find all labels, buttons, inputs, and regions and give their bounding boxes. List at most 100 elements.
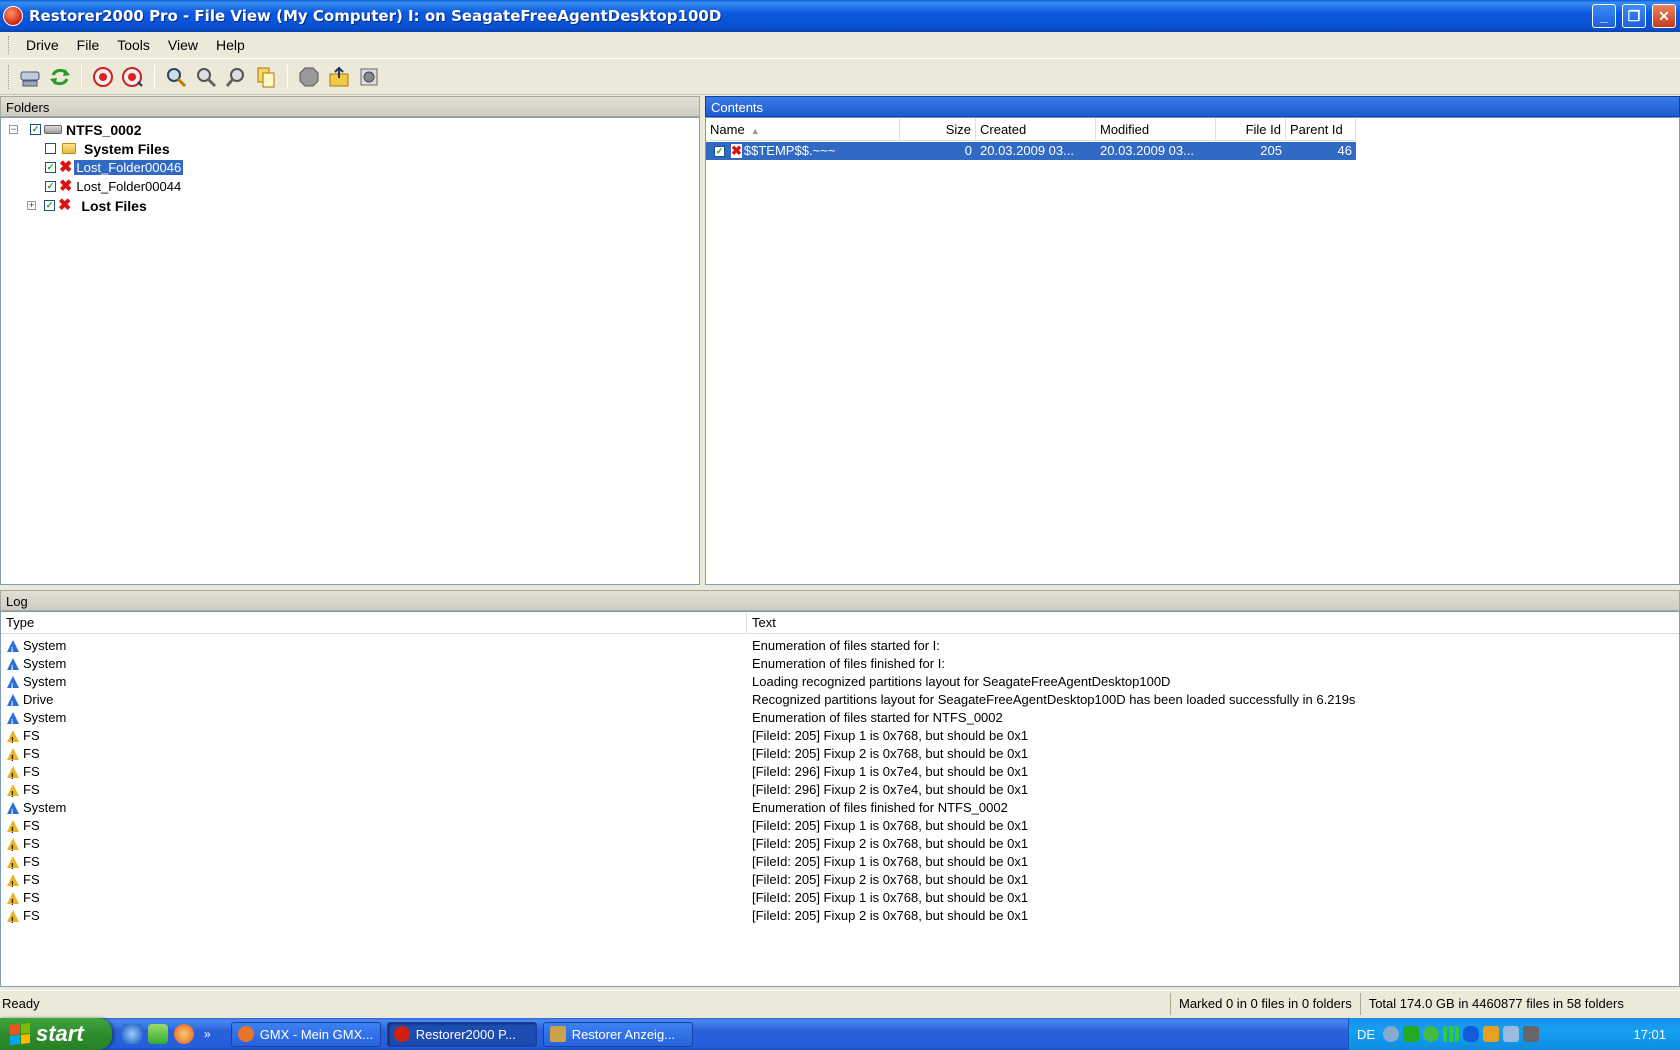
log-type: ! FS bbox=[7, 781, 40, 799]
drive-icon[interactable] bbox=[16, 63, 44, 91]
collapse-icon[interactable]: − bbox=[9, 125, 18, 134]
refresh-icon[interactable] bbox=[46, 63, 74, 91]
settings-icon[interactable] bbox=[355, 63, 383, 91]
expand-icon[interactable]: + bbox=[27, 201, 36, 210]
column-header-modified[interactable]: Modified bbox=[1096, 118, 1216, 141]
show-desktop-icon[interactable] bbox=[148, 1024, 168, 1044]
menu-drive[interactable]: Drive bbox=[17, 32, 68, 59]
contents-list[interactable]: Name ▲ Size Created Modified File Id Pare… bbox=[705, 117, 1680, 585]
toolbar-separator bbox=[154, 65, 155, 89]
log-row[interactable]: ! FS [FileId: 205] Fixup 2 is 0x768, but s… bbox=[1, 835, 1679, 853]
log-row[interactable]: ! FS [FileId: 205] Fixup 2 is 0x768, but s… bbox=[1, 745, 1679, 763]
menu-help[interactable]: Help bbox=[207, 32, 254, 59]
stop-icon[interactable] bbox=[295, 63, 323, 91]
task-restorer-anzeige[interactable]: Restorer Anzeig... bbox=[542, 1021, 693, 1047]
menu-tools[interactable]: Tools bbox=[108, 32, 159, 59]
log-type: i System bbox=[7, 673, 66, 691]
task-gmx[interactable]: GMX - Mein GMX... bbox=[230, 1021, 381, 1047]
firefox-icon[interactable] bbox=[174, 1024, 194, 1044]
log-row[interactable]: i System Loading recognized partitions lay… bbox=[1, 673, 1679, 691]
log-row[interactable]: i System Enumeration of files finished for… bbox=[1, 655, 1679, 673]
green-app-icon[interactable] bbox=[1403, 1026, 1420, 1042]
id-icon[interactable] bbox=[1483, 1026, 1500, 1042]
update-icon[interactable] bbox=[1423, 1026, 1440, 1042]
log-text: [FileId: 205] Fixup 2 is 0x768, but shou… bbox=[752, 872, 1029, 887]
menu-file[interactable]: File bbox=[68, 32, 109, 59]
warning-icon: ! bbox=[7, 820, 19, 835]
log-row[interactable]: i System Enumeration of files started for … bbox=[1, 709, 1679, 727]
log-list[interactable]: Type Text i System Enumeration of files st… bbox=[0, 611, 1680, 987]
tree-checkbox[interactable] bbox=[45, 162, 56, 173]
log-type-label: FS bbox=[23, 890, 40, 905]
tree-checkbox[interactable] bbox=[45, 143, 56, 154]
log-row[interactable]: i System Enumeration of files finished for… bbox=[1, 799, 1679, 817]
close-button[interactable]: ✕ bbox=[1652, 4, 1676, 28]
tree-checkbox[interactable] bbox=[44, 200, 55, 211]
column-header-type[interactable]: Type bbox=[1, 612, 747, 634]
wireless-icon[interactable] bbox=[1503, 1026, 1520, 1042]
column-header-parent-id[interactable]: Parent Id bbox=[1286, 118, 1356, 141]
column-header-created[interactable]: Created bbox=[976, 118, 1096, 141]
log-type: ! FS bbox=[7, 835, 40, 853]
column-header-text[interactable]: Text bbox=[747, 612, 1679, 634]
row-checkbox[interactable] bbox=[714, 145, 725, 157]
log-row[interactable]: ! FS [FileId: 205] Fixup 1 is 0x768, but s… bbox=[1, 853, 1679, 871]
log-type: i System bbox=[7, 709, 66, 727]
find-prev-icon[interactable] bbox=[222, 63, 250, 91]
add-region-icon[interactable] bbox=[89, 63, 117, 91]
log-row[interactable]: ! FS [FileId: 205] Fixup 1 is 0x768, but s… bbox=[1, 889, 1679, 907]
log-row[interactable]: ! FS [FileId: 205] Fixup 1 is 0x768, but s… bbox=[1, 727, 1679, 745]
menu-view[interactable]: View bbox=[159, 32, 207, 59]
start-button[interactable]: start bbox=[0, 1018, 112, 1050]
app-icon[interactable] bbox=[3, 6, 23, 26]
search-icon[interactable] bbox=[162, 63, 190, 91]
language-indicator[interactable]: DE bbox=[1357, 1027, 1375, 1042]
copy-icon[interactable] bbox=[252, 63, 280, 91]
contents-pane-header: Contents bbox=[705, 96, 1680, 117]
tree-item-lost-files[interactable]: + ✖ Lost Files bbox=[27, 196, 147, 215]
log-row[interactable]: ! FS [FileId: 296] Fixup 2 is 0x7e4, but s… bbox=[1, 781, 1679, 799]
log-type: ! FS bbox=[7, 907, 40, 925]
info-icon: i bbox=[7, 802, 19, 817]
menu-bar: Drive File Tools View Help bbox=[0, 32, 1680, 59]
network-icon[interactable] bbox=[1383, 1026, 1400, 1042]
status-total: Total 174.0 GB in 4460877 files in 58 fo… bbox=[1359, 992, 1632, 1015]
deleted-icon: ✖ bbox=[58, 196, 72, 214]
log-row[interactable]: i Drive Recognized partitions layout for S… bbox=[1, 691, 1679, 709]
folders-tree[interactable]: − NTFS_0002 System Files ✖ Lost_Folder00… bbox=[0, 117, 700, 585]
column-header-name[interactable]: Name ▲ bbox=[706, 118, 900, 141]
task-restorer[interactable]: Restorer2000 P... bbox=[386, 1021, 537, 1047]
deleted-file-icon: ✖ bbox=[731, 143, 742, 158]
log-type: i System bbox=[7, 637, 66, 655]
tree-item-ntfs[interactable]: − NTFS_0002 bbox=[9, 120, 141, 139]
column-header-size[interactable]: Size bbox=[900, 118, 976, 141]
tree-checkbox[interactable] bbox=[45, 181, 56, 192]
tree-checkbox[interactable] bbox=[30, 124, 41, 135]
log-text: [FileId: 205] Fixup 1 is 0x768, but shou… bbox=[752, 728, 1029, 743]
log-row[interactable]: ! FS [FileId: 296] Fixup 1 is 0x7e4, but s… bbox=[1, 763, 1679, 781]
column-header-file-id[interactable]: File Id bbox=[1216, 118, 1286, 141]
quick-launch-more-icon[interactable]: » bbox=[204, 1027, 211, 1041]
signal-icon[interactable] bbox=[1443, 1026, 1460, 1042]
export-icon[interactable] bbox=[325, 63, 353, 91]
bluetooth-icon[interactable] bbox=[1463, 1026, 1480, 1042]
tree-item-label: Lost_Folder00046 bbox=[74, 160, 184, 175]
restore-button[interactable]: ❐ bbox=[1622, 4, 1646, 28]
log-type-label: System bbox=[23, 800, 67, 815]
internet-explorer-icon[interactable] bbox=[122, 1024, 142, 1044]
tree-item-lost-folder-44[interactable]: ✖ Lost_Folder00044 bbox=[45, 177, 181, 196]
log-row[interactable]: i System Enumeration of files started for … bbox=[1, 637, 1679, 655]
minimize-button[interactable]: _ bbox=[1592, 4, 1616, 28]
log-row[interactable]: ! FS [FileId: 205] Fixup 2 is 0x768, but s… bbox=[1, 907, 1679, 925]
add-region-2-icon[interactable] bbox=[119, 63, 147, 91]
quick-launch: » bbox=[122, 1024, 211, 1044]
find-next-icon[interactable] bbox=[192, 63, 220, 91]
log-row[interactable]: ! FS [FileId: 205] Fixup 2 is 0x768, but s… bbox=[1, 871, 1679, 889]
log-row[interactable]: ! FS [FileId: 205] Fixup 1 is 0x768, but s… bbox=[1, 817, 1679, 835]
tree-item-lost-folder-46[interactable]: ✖ Lost_Folder00046 bbox=[45, 158, 184, 177]
safely-remove-icon[interactable] bbox=[1523, 1026, 1540, 1042]
file-id: 205 bbox=[1260, 143, 1282, 158]
log-type: ! FS bbox=[7, 871, 40, 889]
tree-item-system-files[interactable]: System Files bbox=[45, 139, 170, 158]
contents-row[interactable]: ✖ $$TEMP$$.~~~ 0 20.03.2009 03... 20.03.… bbox=[706, 142, 1356, 160]
